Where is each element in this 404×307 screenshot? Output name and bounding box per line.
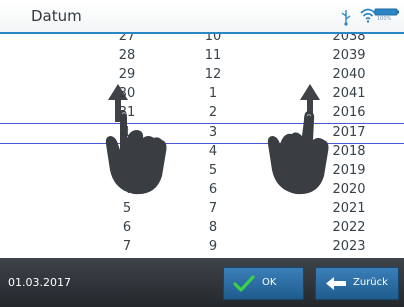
- day-cell: 5: [122, 200, 132, 216]
- picker-row[interactable]: 6 8 2022: [0, 219, 404, 238]
- day-cell: 7: [122, 239, 132, 255]
- month-cell: 5: [208, 162, 218, 178]
- picker-row[interactable]: 27 10 2038: [0, 34, 404, 47]
- back-button-label: Zurück: [353, 277, 388, 288]
- picker-row[interactable]: 7 9 2023: [0, 238, 404, 257]
- year-cell: 2021: [332, 200, 366, 216]
- header-bar: Datum 100%: [0, 0, 404, 33]
- year-cell: 2039: [332, 48, 366, 64]
- day-cell: 27: [118, 34, 136, 44]
- year-cell: 2023: [332, 239, 366, 255]
- check-icon: [233, 275, 255, 292]
- day-cell: 28: [118, 48, 136, 64]
- battery-icon: 100%: [374, 8, 400, 24]
- ok-button-label: OK: [262, 277, 277, 288]
- month-cell: 4: [208, 143, 218, 159]
- battery-level-label: 100%: [377, 16, 392, 22]
- current-date-label: 01.03.2017: [8, 276, 71, 289]
- month-cell: 7: [208, 200, 218, 216]
- month-cell: 2: [208, 105, 218, 121]
- month-cell: 10: [204, 34, 222, 44]
- picker-row[interactable]: 5 7 2021: [0, 200, 404, 219]
- month-cell: 12: [204, 67, 222, 83]
- month-cell: 1: [208, 86, 218, 102]
- swipe-down-hand-icon: [105, 84, 167, 195]
- swipe-up-hand-icon: [267, 84, 329, 195]
- ok-button[interactable]: OK: [223, 267, 304, 300]
- year-cell: 2038: [332, 34, 366, 44]
- month-cell: 11: [204, 48, 222, 64]
- back-button[interactable]: Zurück: [315, 267, 399, 300]
- year-cell: 2022: [332, 220, 366, 235]
- month-cell: 3: [208, 124, 218, 140]
- day-cell: 6: [122, 220, 132, 235]
- footer-bar: 01.03.2017 OK Zurück: [0, 258, 404, 307]
- page-title: Datum: [31, 7, 82, 25]
- picker-row[interactable]: 28 11 2039: [0, 47, 404, 66]
- usb-icon: [341, 10, 351, 26]
- month-cell: 6: [208, 181, 218, 197]
- month-cell: 9: [208, 239, 218, 255]
- back-arrow-icon: [326, 277, 346, 290]
- month-cell: 8: [208, 220, 218, 235]
